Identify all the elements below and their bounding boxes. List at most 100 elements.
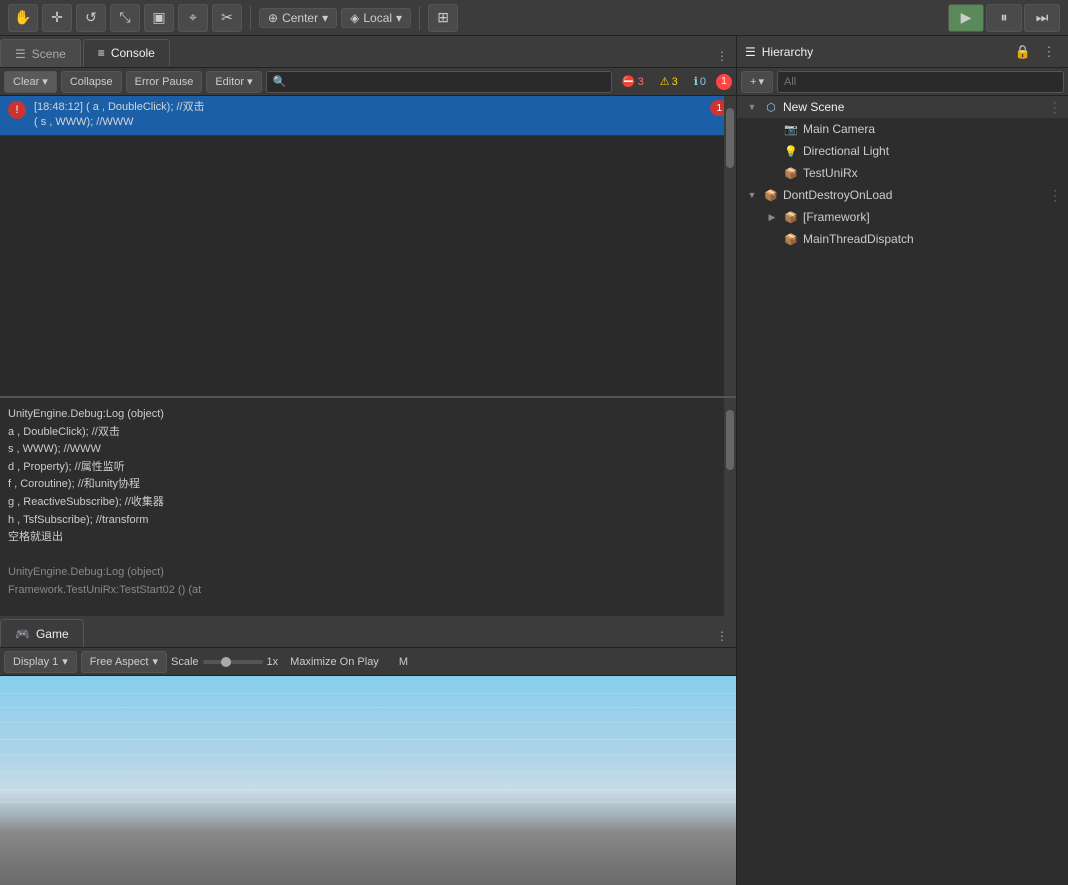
framework-expand: ▶: [765, 210, 779, 224]
info-count: 0: [700, 76, 706, 88]
error-entry-text: [18:48:12] ( a , DoubleClick); //双击 ( s …: [34, 100, 702, 131]
hierarchy-panel: ☰ Hierarchy 🔒 ⋮ + ▾ ▼ ⬡ New Scene ⋮: [737, 36, 1068, 885]
pivot-label: Center: [282, 11, 318, 25]
aspect-arrow: ▾: [152, 655, 158, 668]
display-dropdown[interactable]: Display 1 ▾: [4, 651, 77, 673]
tab-menu-btn[interactable]: ⋮: [708, 45, 736, 67]
step-button[interactable]: ⏭: [1024, 4, 1060, 32]
pause-button[interactable]: ⏸: [986, 4, 1022, 32]
sky-stripe-8: [0, 797, 736, 798]
camera-icon: 📷: [783, 121, 799, 137]
overflow-badge: 1: [716, 74, 732, 90]
mute-btn[interactable]: M: [391, 651, 416, 673]
tree-item-directional-light[interactable]: 💡 Directional Light: [737, 140, 1068, 162]
hierarchy-header: ☰ Hierarchy 🔒 ⋮: [737, 36, 1068, 68]
console-detail: UnityEngine.Debug:Log (object) a , Doubl…: [0, 396, 736, 616]
tab-console[interactable]: ≡ Console: [83, 39, 170, 67]
grid-btn[interactable]: ⊞: [428, 4, 458, 32]
hierarchy-search-input[interactable]: [777, 71, 1064, 93]
warning-icon: ⚠: [660, 75, 670, 88]
error-entry-icon: !: [8, 101, 26, 119]
error-icon: ⛔: [622, 75, 636, 88]
pivot-dropdown[interactable]: ⊕ Center ▾: [259, 8, 337, 28]
console-scrollbar[interactable]: [724, 96, 736, 396]
tree-item-testuniRx[interactable]: 📦 TestUniRx: [737, 162, 1068, 184]
scale-slider[interactable]: [203, 660, 263, 664]
detail-line2: s , WWW); //WWW: [8, 441, 728, 459]
console-toolbar: Clear ▾ Collapse Error Pause Editor ▾ ⛔ …: [0, 68, 736, 96]
detail-line8: [8, 547, 728, 565]
game-tab-menu[interactable]: ⋮: [708, 625, 736, 647]
scale-label: Scale: [171, 656, 199, 668]
hierarchy-controls: 🔒 ⋮: [1012, 41, 1060, 63]
toolbar-sep1: [250, 6, 251, 30]
testuniRx-expand: [765, 166, 779, 180]
play-button[interactable]: ▶: [948, 4, 984, 32]
light-expand: [765, 144, 779, 158]
warning-badge[interactable]: ⚠ 3: [654, 73, 684, 90]
game-tab-bar: 🎮 Game ⋮: [0, 616, 736, 648]
mainthreaddispatch-label: MainThreadDispatch: [803, 232, 914, 246]
maximize-on-play-btn[interactable]: Maximize On Play: [282, 651, 387, 673]
detail-header: UnityEngine.Debug:Log (object): [8, 406, 728, 424]
scene-menu-btn[interactable]: ⋮: [1042, 99, 1068, 116]
game-view: [0, 676, 736, 885]
pivot-arrow: ▾: [322, 11, 328, 25]
sky-stripe-7: [0, 789, 736, 790]
aspect-label: Free Aspect: [90, 656, 149, 668]
mute-label: M: [399, 656, 408, 668]
dontdestroy-menu-btn[interactable]: ⋮: [1042, 187, 1068, 204]
info-badge[interactable]: ℹ 0: [688, 73, 712, 90]
sky-stripe-3: [0, 722, 736, 723]
console-scroll-thumb[interactable]: [726, 108, 734, 168]
multi-tool-btn[interactable]: ✂: [212, 4, 242, 32]
add-hierarchy-btn[interactable]: + ▾: [741, 71, 773, 93]
add-icon: +: [750, 76, 756, 88]
mainthreaddispatch-expand: [765, 232, 779, 246]
scale-tool-btn[interactable]: ⤡: [110, 4, 140, 32]
detail-scroll-thumb[interactable]: [726, 410, 734, 470]
move-tool-btn[interactable]: ✛: [42, 4, 72, 32]
light-icon: 💡: [783, 143, 799, 159]
transform-tool-btn[interactable]: ⌖: [178, 4, 208, 32]
sky-background: [0, 676, 736, 885]
tree-item-dontdestroy[interactable]: ▼ 📦 DontDestroyOnLoad ⋮: [737, 184, 1068, 206]
hierarchy-lock-btn[interactable]: 🔒: [1012, 41, 1034, 63]
tab-scene[interactable]: ☰ Scene: [0, 39, 81, 67]
rotate-tool-btn[interactable]: ↺: [76, 4, 106, 32]
detail-scrollbar[interactable]: [724, 398, 736, 616]
detail-line7: 空格就退出: [8, 529, 728, 547]
error-pause-button[interactable]: Error Pause: [126, 71, 203, 93]
editor-button[interactable]: Editor ▾: [206, 71, 261, 93]
directional-light-label: Directional Light: [803, 144, 889, 158]
tree-item-new-scene[interactable]: ▼ ⬡ New Scene ⋮: [737, 96, 1068, 118]
console-content[interactable]: ! [18:48:12] ( a , DoubleClick); //双击 ( …: [0, 96, 736, 396]
testuniRx-label: TestUniRx: [803, 166, 858, 180]
hierarchy-icon: ☰: [745, 45, 756, 59]
error-badge[interactable]: ⛔ 3: [616, 73, 650, 90]
detail-line4: f , Coroutine); //和unity协程: [8, 476, 728, 494]
game-toolbar: Display 1 ▾ Free Aspect ▾ Scale 1x Maxim…: [0, 648, 736, 676]
clear-arrow: ▾: [42, 75, 48, 88]
tree-item-framework[interactable]: ▶ 📦 [Framework]: [737, 206, 1068, 228]
rect-tool-btn[interactable]: ▣: [144, 4, 174, 32]
tree-item-mainthreaddispatch[interactable]: 📦 MainThreadDispatch: [737, 228, 1068, 250]
console-search-input[interactable]: [266, 71, 612, 93]
collapse-button[interactable]: Collapse: [61, 71, 122, 93]
space-icon: ◈: [350, 11, 359, 25]
hierarchy-toolbar: + ▾: [737, 68, 1068, 96]
clear-button[interactable]: Clear ▾: [4, 71, 57, 93]
maximize-label: Maximize On Play: [290, 656, 379, 668]
console-tab-label: Console: [111, 46, 155, 60]
game-tab-icon: 🎮: [15, 627, 30, 641]
space-dropdown[interactable]: ◈ Local ▾: [341, 8, 411, 28]
error-pause-label: Error Pause: [135, 76, 194, 88]
tree-item-main-camera[interactable]: 📷 Main Camera: [737, 118, 1068, 140]
hand-tool-btn[interactable]: ✋: [8, 4, 38, 32]
sky-stripe-4: [0, 739, 736, 740]
scene-tab-icon: ☰: [15, 47, 26, 61]
aspect-dropdown[interactable]: Free Aspect ▾: [81, 651, 167, 673]
console-entry-error[interactable]: ! [18:48:12] ( a , DoubleClick); //双击 ( …: [0, 96, 736, 136]
tab-game[interactable]: 🎮 Game: [0, 619, 84, 647]
hierarchy-menu-btn[interactable]: ⋮: [1038, 41, 1060, 63]
